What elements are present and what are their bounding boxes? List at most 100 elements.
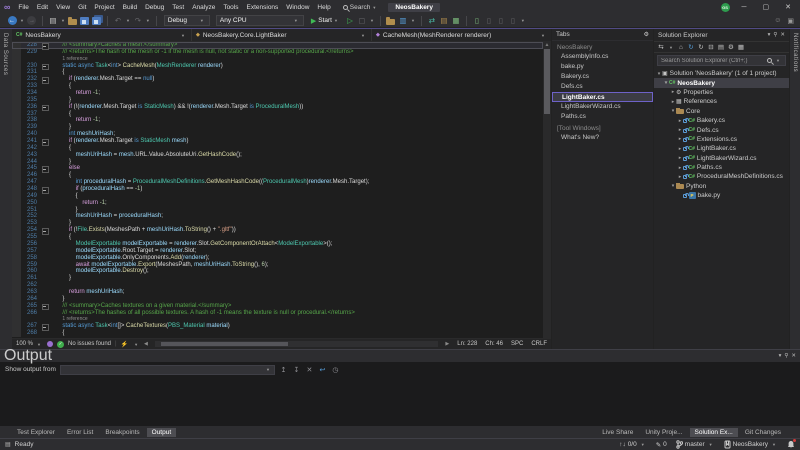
breakpoint-margin[interactable] <box>12 213 21 221</box>
breakpoint-margin[interactable] <box>12 275 21 283</box>
tree-item-python[interactable]: ▾ Python <box>654 182 789 191</box>
breakpoint-margin[interactable] <box>12 165 21 173</box>
breakpoint-margin[interactable] <box>12 227 21 235</box>
breakpoint-margin[interactable] <box>12 302 21 310</box>
document-tab-assemblyinfo-cs[interactable]: AssemblyInfo.cs <box>552 52 653 62</box>
document-tab-lightbaker-cs[interactable]: LightBaker.cs <box>552 92 653 102</box>
breakpoint-margin[interactable] <box>12 55 21 63</box>
code-editor[interactable]: 228 /// <summary>Caches a mesh.</summary… <box>12 42 543 338</box>
breakpoint-margin[interactable] <box>12 131 21 139</box>
account-avatar[interactable]: GS <box>720 2 730 12</box>
document-tab-what-s-new-[interactable]: What's New? <box>552 133 653 143</box>
sync-with-active-document-icon[interactable]: ↻ <box>687 43 695 51</box>
breakpoint-margin[interactable] <box>12 42 21 49</box>
minimize-button[interactable]: ─ <box>738 4 751 11</box>
column-indicator[interactable]: Ch: 46 <box>485 341 503 347</box>
close-icon[interactable]: ✕ <box>780 32 785 38</box>
menu-extensions[interactable]: Extensions <box>243 4 283 11</box>
breakpoint-margin[interactable] <box>12 158 21 166</box>
menu-window[interactable]: Window <box>282 4 313 11</box>
maximize-button[interactable]: ▢ <box>759 3 774 11</box>
sync-status[interactable]: ↑↓ 0/0 ▼ <box>619 441 647 448</box>
solution-explorer-search-box[interactable]: Search Solution Explorer (Ctrl+;) ▼ <box>657 55 786 66</box>
breakpoint-margin[interactable] <box>12 138 21 145</box>
breakpoint-margin[interactable] <box>12 76 21 84</box>
document-tab-bakery-cs[interactable]: Bakery.cs <box>552 72 653 82</box>
panel-tab-live-share[interactable]: Live Share <box>597 428 638 437</box>
tree-item-defs-cs[interactable]: ▸ C# Defs.cs <box>654 125 789 134</box>
breakpoint-margin[interactable] <box>12 295 21 303</box>
start-debugging-button[interactable]: ▶ Start ▼ <box>311 17 340 25</box>
tree-item-neosbakery[interactable]: ▾ C# NeosBakery <box>654 78 789 88</box>
breakpoint-margin[interactable] <box>12 199 21 207</box>
breakpoint-margin[interactable] <box>12 103 21 111</box>
pin-icon[interactable]: ⚲ <box>773 32 777 38</box>
new-project-icon[interactable]: ▤ <box>48 16 57 26</box>
refresh-icon[interactable]: ↻ <box>697 43 705 51</box>
breakpoint-margin[interactable] <box>12 90 21 97</box>
editor-vertical-scrollbar[interactable]: ▲ <box>543 42 551 338</box>
fold-collapse-icon[interactable] <box>40 227 49 235</box>
notifications-tab[interactable]: Notifications <box>792 29 798 72</box>
undo-icon[interactable]: ↶ <box>113 16 122 26</box>
document-tab-paths-cs[interactable]: Paths.cs <box>552 112 653 122</box>
output-header[interactable]: Output ▾ ⚲ ✕ <box>0 347 800 364</box>
panel-tab-git-changes[interactable]: Git Changes <box>740 428 786 437</box>
breakpoint-margin[interactable] <box>12 220 21 228</box>
word-wrap-icon[interactable]: ↩ <box>318 366 327 374</box>
editor-horizontal-scrollbar[interactable] <box>154 341 439 347</box>
tree-item-properties[interactable]: ▸ ⚙ Properties <box>654 88 789 97</box>
tree-item-bakery-cs[interactable]: ▸ C# Bakery.cs <box>654 116 789 125</box>
breakpoint-margin[interactable] <box>12 323 21 331</box>
breakpoint-margin[interactable] <box>12 330 21 337</box>
fold-collapse-icon[interactable] <box>40 303 49 311</box>
document-tab-defs-cs[interactable]: Defs.cs <box>552 82 653 92</box>
show-all-files-icon[interactable]: ▤ <box>717 43 725 51</box>
breakpoint-margin[interactable] <box>12 247 21 255</box>
close-icon[interactable]: ✕ <box>791 353 796 359</box>
menu-help[interactable]: Help <box>313 4 334 11</box>
navigate-backward-icon[interactable]: ← <box>7 16 17 25</box>
start-without-debugging-icon[interactable]: ▷ <box>345 16 354 26</box>
previous-message-icon[interactable]: ↥ <box>279 366 288 374</box>
breakpoint-margin[interactable] <box>12 179 21 187</box>
window-position-icon[interactable]: ▾ <box>779 353 782 359</box>
scrollbar-thumb[interactable] <box>544 49 550 115</box>
output-content[interactable] <box>0 377 800 426</box>
data-sources-tab[interactable]: Data Sources <box>2 29 8 75</box>
git-repository[interactable]: NeosBakery ▼ <box>724 440 778 449</box>
breakpoint-margin[interactable] <box>12 151 21 159</box>
menu-edit[interactable]: Edit <box>33 4 52 11</box>
breakpoint-margin[interactable] <box>12 110 21 118</box>
pending-edits[interactable]: ✎ 0 <box>656 441 667 449</box>
tree-item-proceduralmeshdefinitions-cs[interactable]: ▸ C# ProceduralMeshDefinitions.cs <box>654 172 789 181</box>
quick-search-box[interactable]: Search ▼ <box>342 4 379 11</box>
document-tab-bake-py[interactable]: bake.py <box>552 62 653 72</box>
previous-bookmark-icon[interactable]: ▯ <box>484 16 493 26</box>
command-window-icon[interactable]: ▥ <box>398 16 407 26</box>
tree-item-bake-py[interactable]: Pbake.py <box>654 191 789 200</box>
git-branch[interactable]: master ▼ <box>676 440 715 449</box>
clear-bookmarks-icon[interactable]: ▯ <box>508 16 517 26</box>
breakpoint-margin[interactable] <box>12 192 21 200</box>
home-icon[interactable]: ⌂ <box>677 44 685 51</box>
save-icon[interactable] <box>80 16 90 25</box>
breakpoint-margin[interactable] <box>12 117 21 125</box>
menu-project[interactable]: Project <box>90 4 118 11</box>
fold-collapse-icon[interactable] <box>40 138 49 146</box>
tree-item-paths-cs[interactable]: ▸ C# Paths.cs <box>654 163 789 172</box>
solution-configurations-dropdown[interactable]: Debug ▼ <box>163 15 210 26</box>
panel-tab-output[interactable]: Output <box>146 427 177 437</box>
clear-all-icon[interactable]: ✕ <box>305 366 314 374</box>
tree-item-solution-neosbakery-1-of-1-project-[interactable]: ▾ ▣ Solution 'NeosBakery' (1 of 1 project) <box>654 69 789 78</box>
breakpoint-margin[interactable] <box>12 186 21 193</box>
preview-selected-items-icon[interactable]: ▦ <box>737 43 745 51</box>
breakpoint-margin[interactable] <box>12 282 21 289</box>
scroll-up-arrow-icon[interactable]: ▲ <box>545 42 550 48</box>
tree-item-lightbakerwizard-cs[interactable]: ▸ C# LightBakerWizard.cs <box>654 154 789 163</box>
panel-tab-unity-proje-[interactable]: Unity Proje... <box>640 428 687 437</box>
menu-git[interactable]: Git <box>74 4 90 11</box>
live-share-icon[interactable]: ▣ <box>787 17 794 25</box>
navigate-forward-icon[interactable]: → <box>27 16 37 25</box>
code-suggestions-icon[interactable]: ⚡ <box>121 341 128 348</box>
